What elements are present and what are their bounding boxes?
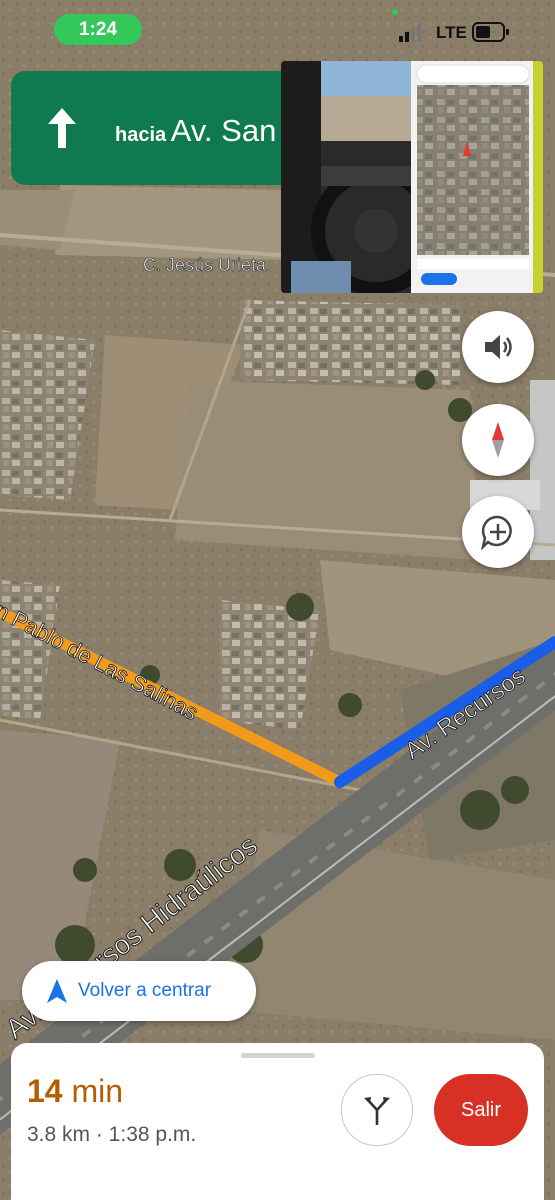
status-time[interactable]: 1:24: [54, 14, 142, 45]
nav-instruction: hacia Av. San: [115, 113, 276, 149]
navigation-arrow-icon: [47, 979, 67, 1003]
trip-summary-sheet[interactable]: 14 min 3.8 km · 1:38 p.m. Salir: [11, 1043, 544, 1200]
map-label-jesus-urieta: C. Jesús Urieta: [143, 255, 267, 275]
duration-value: 14: [27, 1073, 63, 1109]
signal-icon: [399, 24, 421, 42]
compass-button[interactable]: [462, 404, 534, 476]
navigation-banner[interactable]: hacia Av. San: [11, 71, 311, 185]
exit-button[interactable]: Salir: [434, 1074, 528, 1146]
straight-arrow-icon: [48, 108, 76, 148]
compass-icon: [492, 422, 504, 458]
recenter-label: Volver a centrar: [78, 980, 212, 1001]
trip-details: 3.8 km · 1:38 p.m.: [27, 1123, 197, 1146]
duration-unit: min: [71, 1073, 124, 1109]
add-report-button[interactable]: [462, 496, 534, 568]
video-frame: [281, 61, 543, 293]
speaker-icon: [485, 335, 512, 359]
network-type: LTE: [436, 23, 467, 42]
sheet-handle[interactable]: [241, 1053, 315, 1058]
nav-prefix: hacia: [115, 124, 167, 146]
battery-icon: [472, 22, 509, 42]
nav-street: Av. San: [170, 113, 277, 148]
add-report-icon: [481, 515, 512, 550]
alternate-routes-button[interactable]: [341, 1074, 413, 1146]
picture-in-picture-video[interactable]: [281, 61, 543, 293]
status-bar: 1:24 LTE: [0, 0, 555, 62]
privacy-indicator: [392, 9, 398, 15]
trip-duration: 14 min: [27, 1073, 123, 1110]
sound-button[interactable]: [462, 311, 534, 383]
alternate-routes-icon: [364, 1097, 390, 1125]
recenter-button[interactable]: Volver a centrar: [22, 961, 256, 1021]
